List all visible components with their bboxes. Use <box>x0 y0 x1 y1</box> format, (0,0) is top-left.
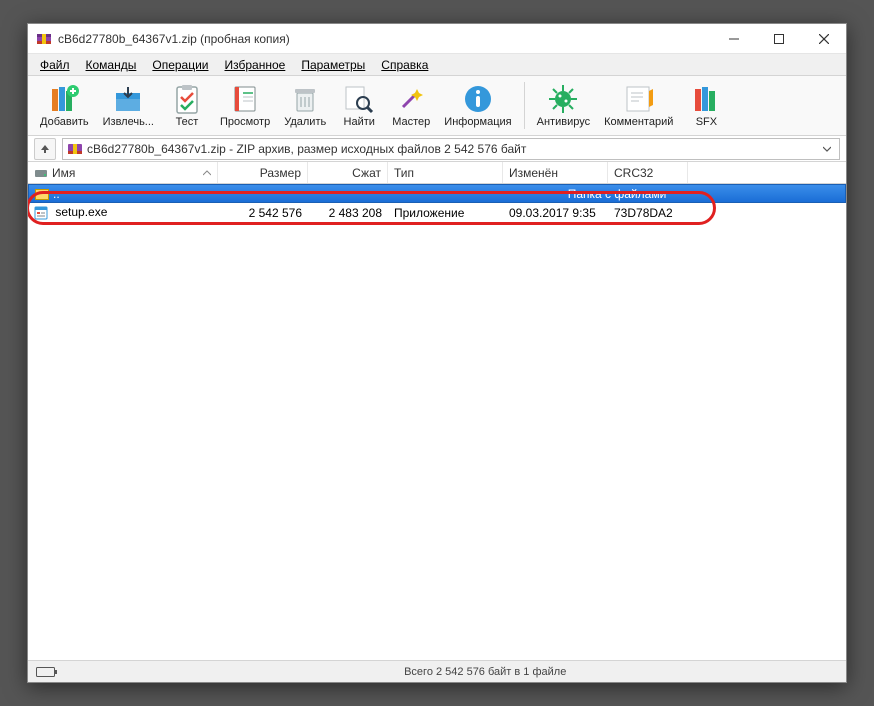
info-icon <box>462 83 494 115</box>
info-button[interactable]: Информация <box>438 78 517 133</box>
chevron-down-icon <box>823 145 831 153</box>
virus-icon <box>547 83 579 115</box>
menu-file[interactable]: Файл <box>32 56 78 74</box>
add-button[interactable]: Добавить <box>34 78 95 133</box>
col-name[interactable]: Имя <box>28 162 218 183</box>
window-buttons <box>711 24 846 54</box>
delete-button[interactable]: Удалить <box>278 78 332 133</box>
menu-help[interactable]: Справка <box>373 56 436 74</box>
wand-icon <box>395 83 427 115</box>
window-title: cB6d27780b_64367v1.zip (пробная копия) <box>58 32 711 46</box>
col-size[interactable]: Размер <box>218 162 308 183</box>
toolbar-separator <box>524 82 525 129</box>
status-right: Всего 2 542 576 байт в 1 файле <box>396 666 846 678</box>
col-crc[interactable]: CRC32 <box>608 162 688 183</box>
battery-icon <box>36 667 58 677</box>
menu-favorites[interactable]: Избранное <box>217 56 294 74</box>
close-button[interactable] <box>801 24 846 54</box>
menu-operations[interactable]: Операции <box>144 56 216 74</box>
hdd-icon <box>34 167 48 179</box>
col-type[interactable]: Тип <box>388 162 503 183</box>
test-button[interactable]: Тест <box>162 78 212 133</box>
find-button[interactable]: Найти <box>334 78 384 133</box>
pathbar: cB6d27780b_64367v1.zip - ZIP архив, разм… <box>28 136 846 162</box>
menu-commands[interactable]: Команды <box>78 56 145 74</box>
maximize-button[interactable] <box>756 24 801 54</box>
comment-icon <box>623 83 655 115</box>
books-add-icon <box>48 83 80 115</box>
sfx-button[interactable]: SFX <box>681 78 731 133</box>
path-input[interactable]: cB6d27780b_64367v1.zip - ZIP архив, разм… <box>62 138 840 160</box>
comment-button[interactable]: Комментарий <box>598 78 679 133</box>
titlebar: cB6d27780b_64367v1.zip (пробная копия) <box>28 24 846 54</box>
parent-folder-row[interactable]: .. Папка с файлами <box>28 184 846 203</box>
app-icon <box>36 31 52 47</box>
toolbar: Добавить Извлечь... Тест Просмотр Удалит… <box>28 76 846 136</box>
books-sfx-icon <box>690 83 722 115</box>
up-arrow-icon <box>39 143 51 155</box>
folder-icon <box>35 189 49 200</box>
statusbar: Всего 2 542 576 байт в 1 файле <box>28 660 846 682</box>
exe-icon <box>34 206 48 220</box>
view-button[interactable]: Просмотр <box>214 78 276 133</box>
up-button[interactable] <box>34 138 56 160</box>
menu-options[interactable]: Параметры <box>293 56 373 74</box>
notebook-view-icon <box>229 83 261 115</box>
col-modified[interactable]: Изменён <box>503 162 608 183</box>
archive-icon <box>67 141 83 157</box>
wizard-button[interactable]: Мастер <box>386 78 436 133</box>
winrar-window: cB6d27780b_64367v1.zip (пробная копия) Ф… <box>27 23 847 683</box>
file-row[interactable]: setup.exe 2 542 576 2 483 208 Приложение… <box>28 203 846 222</box>
menubar: Файл Команды Операции Избранное Параметр… <box>28 54 846 76</box>
status-left <box>28 667 396 677</box>
sort-asc-icon <box>203 169 211 177</box>
col-packed[interactable]: Сжат <box>308 162 388 183</box>
minimize-button[interactable] <box>711 24 756 54</box>
virus-button[interactable]: Антивирус <box>531 78 596 133</box>
extract-button[interactable]: Извлечь... <box>97 78 160 133</box>
path-dropdown-button[interactable] <box>819 139 835 159</box>
box-extract-icon <box>112 83 144 115</box>
clipboard-test-icon <box>171 83 203 115</box>
search-icon <box>343 83 375 115</box>
path-text: cB6d27780b_64367v1.zip - ZIP архив, разм… <box>87 142 815 156</box>
list-header: Имя Размер Сжат Тип Изменён CRC32 <box>28 162 846 184</box>
trash-icon <box>289 83 321 115</box>
file-list[interactable]: .. Папка с файлами setup.exe 2 542 576 2… <box>28 184 846 660</box>
